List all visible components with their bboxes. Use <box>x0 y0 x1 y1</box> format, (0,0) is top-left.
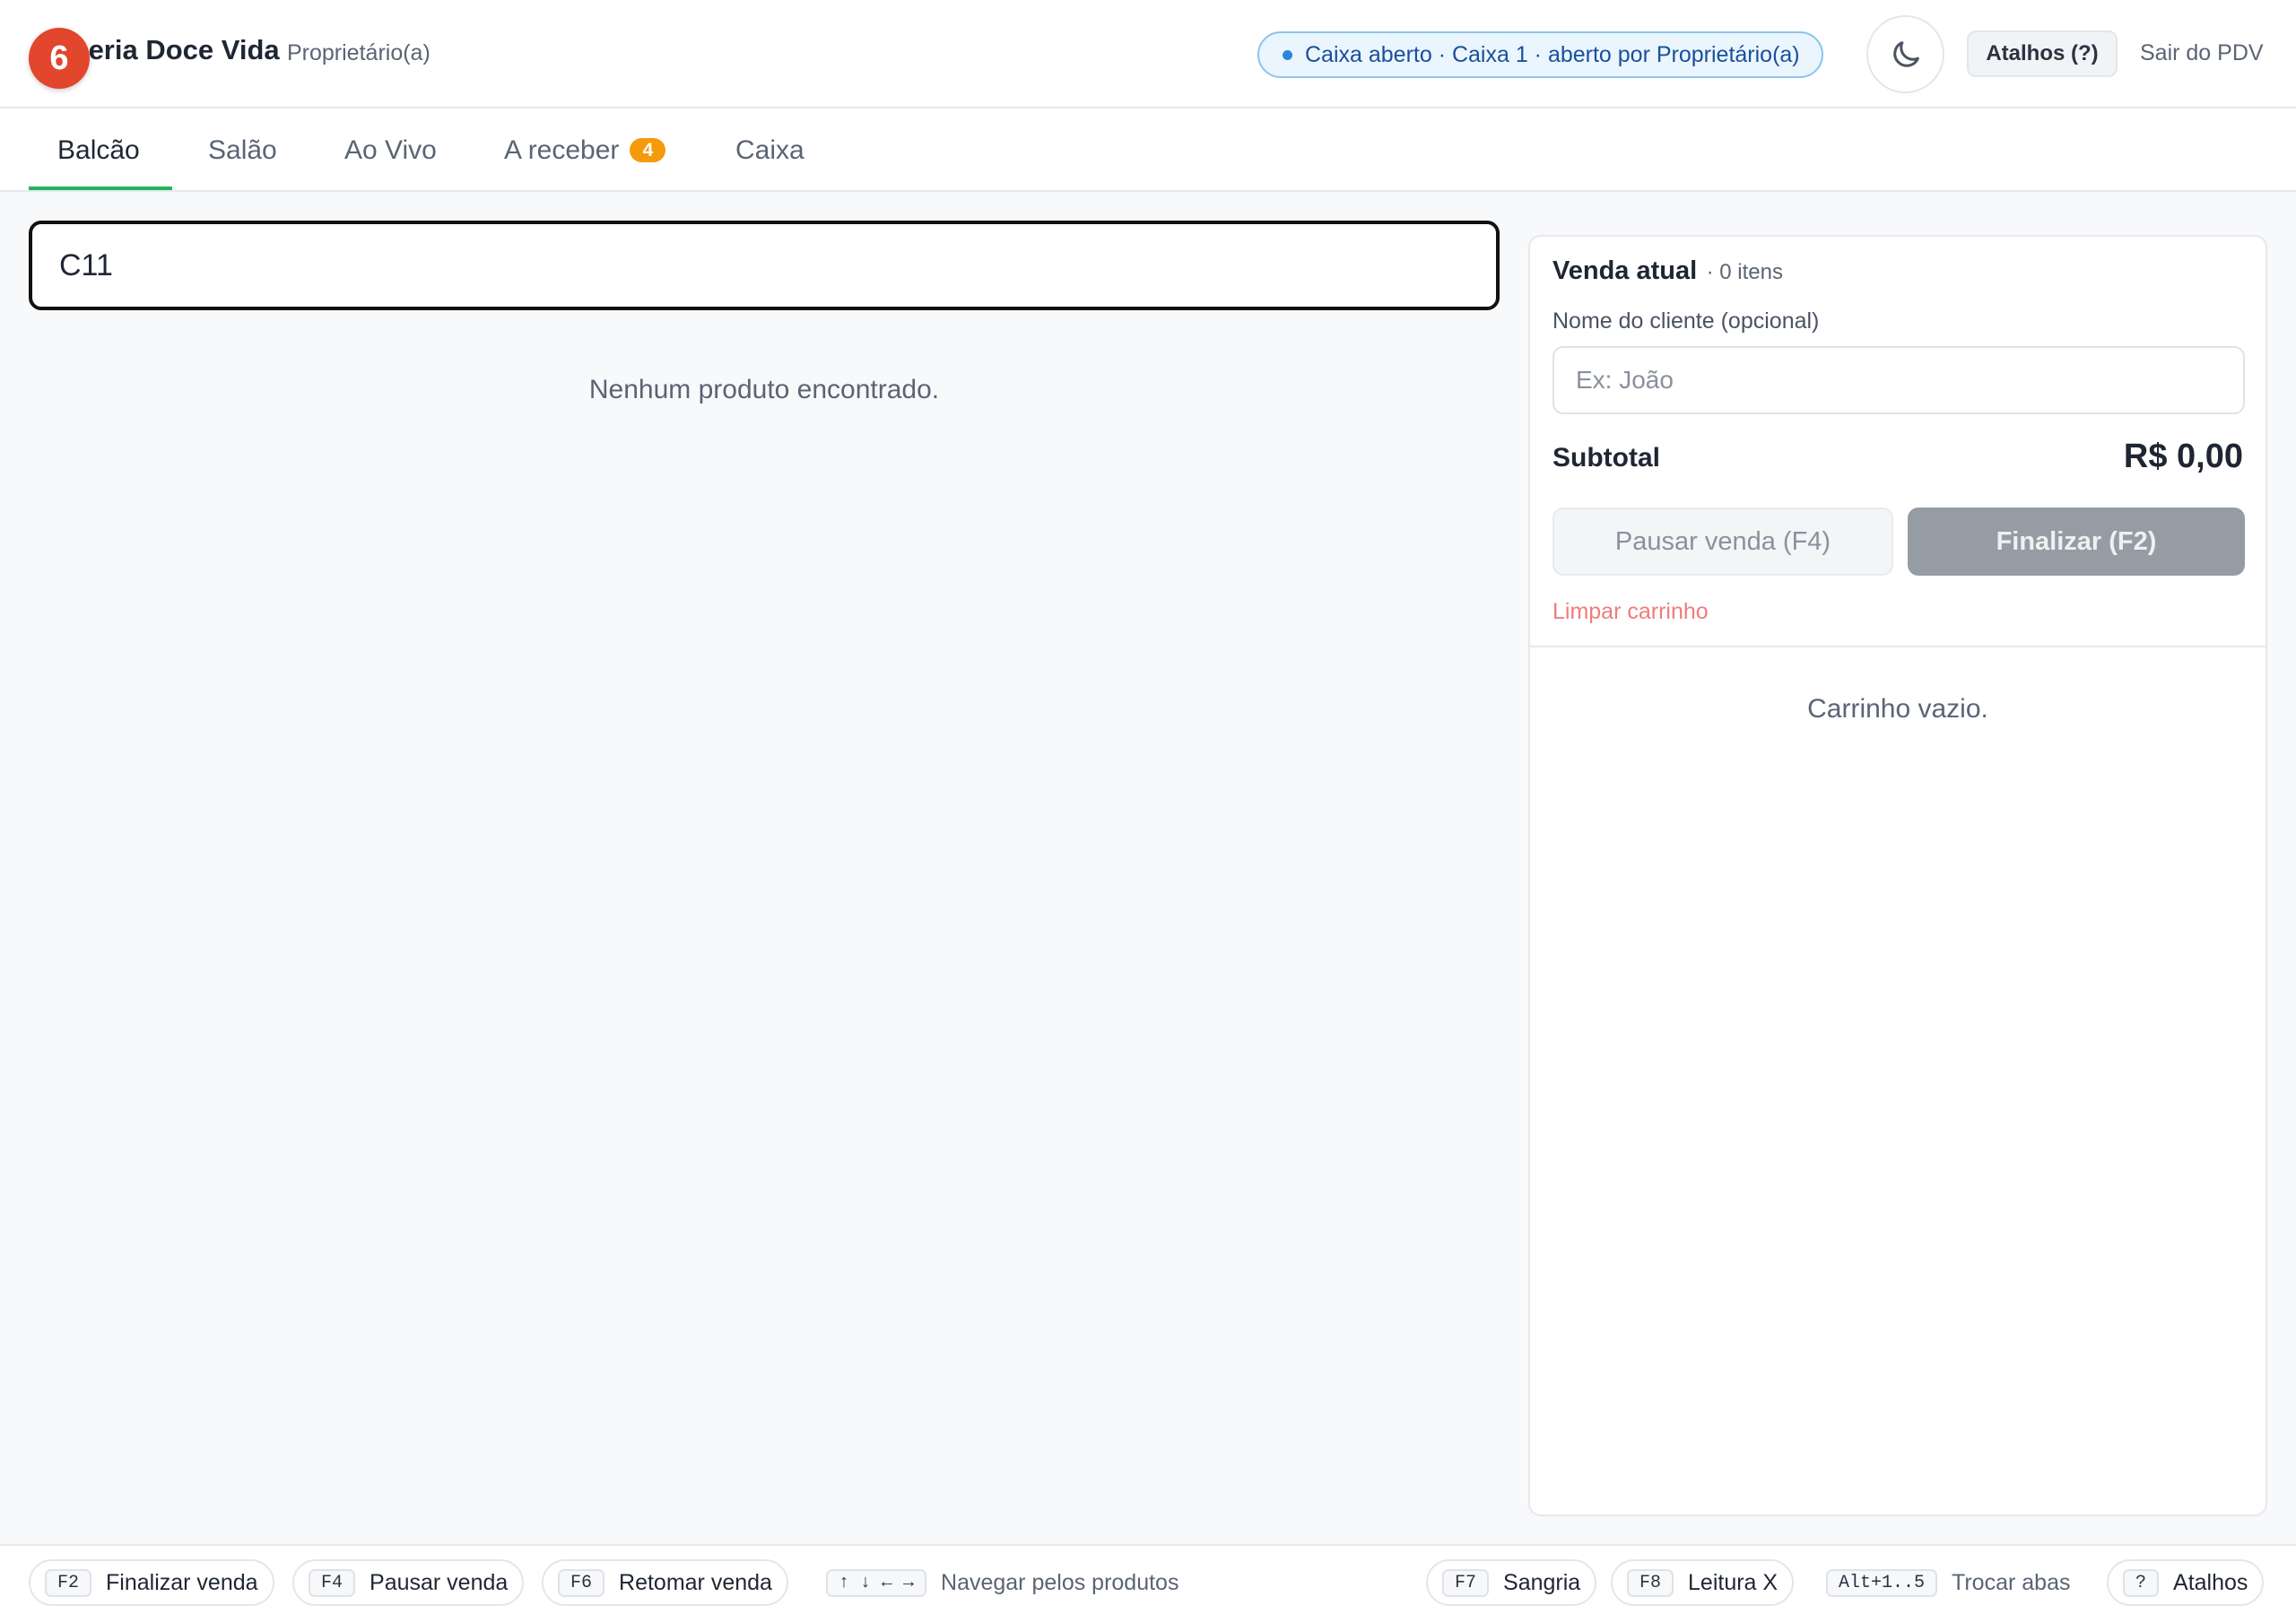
hint-label: Retomar venda <box>619 1569 772 1595</box>
clear-cart-link[interactable]: Limpar carrinho <box>1552 599 1709 625</box>
key-cap: ? <box>2123 1568 2160 1597</box>
tab-caixa[interactable]: Caixa <box>735 108 804 192</box>
theme-toggle-button[interactable] <box>1866 15 1944 93</box>
tab-label: Balcão <box>57 134 140 165</box>
subtotal-label: Subtotal <box>1552 443 1660 473</box>
shortcut-footer: F2 Finalizar venda F4 Pausar venda F6 Re… <box>0 1544 2296 1614</box>
current-sale-panel: Venda atual · 0 itens Nome do cliente (o… <box>1528 235 2267 1516</box>
divider <box>1530 646 2266 647</box>
hint-label: Navegar pelos produtos <box>941 1569 1179 1595</box>
status-dot-icon <box>1283 49 1292 60</box>
user-role: Proprietário(a) <box>287 40 430 65</box>
tab-label: Caixa <box>735 134 804 165</box>
cart-item-count: · 0 itens <box>1706 260 1783 284</box>
finish-sale-button[interactable]: Finalizar (F2) <box>1908 508 2245 576</box>
key-cap: F2 <box>45 1568 92 1597</box>
notification-badge[interactable]: 6 <box>29 28 90 89</box>
pause-sale-button[interactable]: Pausar venda (F4) <box>1552 508 1893 576</box>
no-products-message: Nenhum produto encontrado. <box>588 375 940 404</box>
hint-reading-x[interactable]: F8 Leitura X <box>1611 1559 1795 1606</box>
tab-a-receber[interactable]: A receber 4 <box>504 108 666 192</box>
cart-title: Venda atual <box>1552 256 1698 285</box>
exit-pos-link[interactable]: Sair do PDV <box>2140 40 2264 66</box>
tab-label: Salão <box>208 134 277 165</box>
hint-label: Finalizar venda <box>106 1569 258 1595</box>
tab-label: Ao Vivo <box>344 134 437 165</box>
top-bar: Doceria Doce Vida 6 Proprietário(a) Caix… <box>0 0 2296 108</box>
tab-bar: Balcão Salão Ao Vivo A receber 4 Caixa <box>0 108 2296 192</box>
tab-ao-vivo[interactable]: Ao Vivo <box>344 108 437 192</box>
key-cap: F8 <box>1627 1568 1674 1597</box>
tab-count-badge: 4 <box>630 138 666 162</box>
customer-name-input[interactable] <box>1552 346 2245 414</box>
hint-label: Pausar venda <box>370 1569 509 1595</box>
hint-label: Sangria <box>1503 1569 1581 1595</box>
subtotal-value: R$ 0,00 <box>2123 438 2243 475</box>
hint-navigate: ↑ ↓ ← → Navegar pelos produtos <box>812 1559 1193 1606</box>
key-cap: F7 <box>1442 1568 1490 1597</box>
hint-pause[interactable]: F4 Pausar venda <box>292 1559 525 1606</box>
tab-salao[interactable]: Salão <box>208 108 277 192</box>
key-cap: ↑ ↓ ← → <box>826 1568 927 1597</box>
hint-label: Trocar abas <box>1952 1569 2071 1595</box>
hint-label: Atalhos <box>2173 1569 2248 1595</box>
register-status-text: Caixa aberto · Caixa 1 · aberto por Prop… <box>1305 41 1800 67</box>
moon-icon <box>1892 40 1919 67</box>
hint-sangria[interactable]: F7 Sangria <box>1426 1559 1597 1606</box>
tab-label: A receber <box>504 134 620 165</box>
shortcuts-button[interactable]: Atalhos (?) <box>1967 30 2118 77</box>
hint-switch-tabs: Alt+1..5 Trocar abas <box>1812 1559 2084 1606</box>
key-cap: F6 <box>558 1568 605 1597</box>
cart-header: Venda atual · 0 itens <box>1552 256 1783 286</box>
hint-finalize[interactable]: F2 Finalizar venda <box>29 1559 274 1606</box>
tab-balcao[interactable]: Balcão <box>57 108 140 192</box>
hint-shortcuts[interactable]: ? Atalhos <box>2107 1559 2265 1606</box>
hint-resume[interactable]: F6 Retomar venda <box>542 1559 788 1606</box>
key-cap: F4 <box>309 1568 356 1597</box>
hint-label: Leitura X <box>1688 1569 1779 1595</box>
empty-cart-message: Carrinho vazio. <box>1807 694 1988 724</box>
active-tab-indicator <box>29 187 172 190</box>
key-cap: Alt+1..5 <box>1826 1568 1938 1597</box>
product-search-input[interactable] <box>29 221 1500 310</box>
register-status-badge: Caixa aberto · Caixa 1 · aberto por Prop… <box>1257 31 1823 78</box>
customer-name-label: Nome do cliente (opcional) <box>1552 308 1820 334</box>
